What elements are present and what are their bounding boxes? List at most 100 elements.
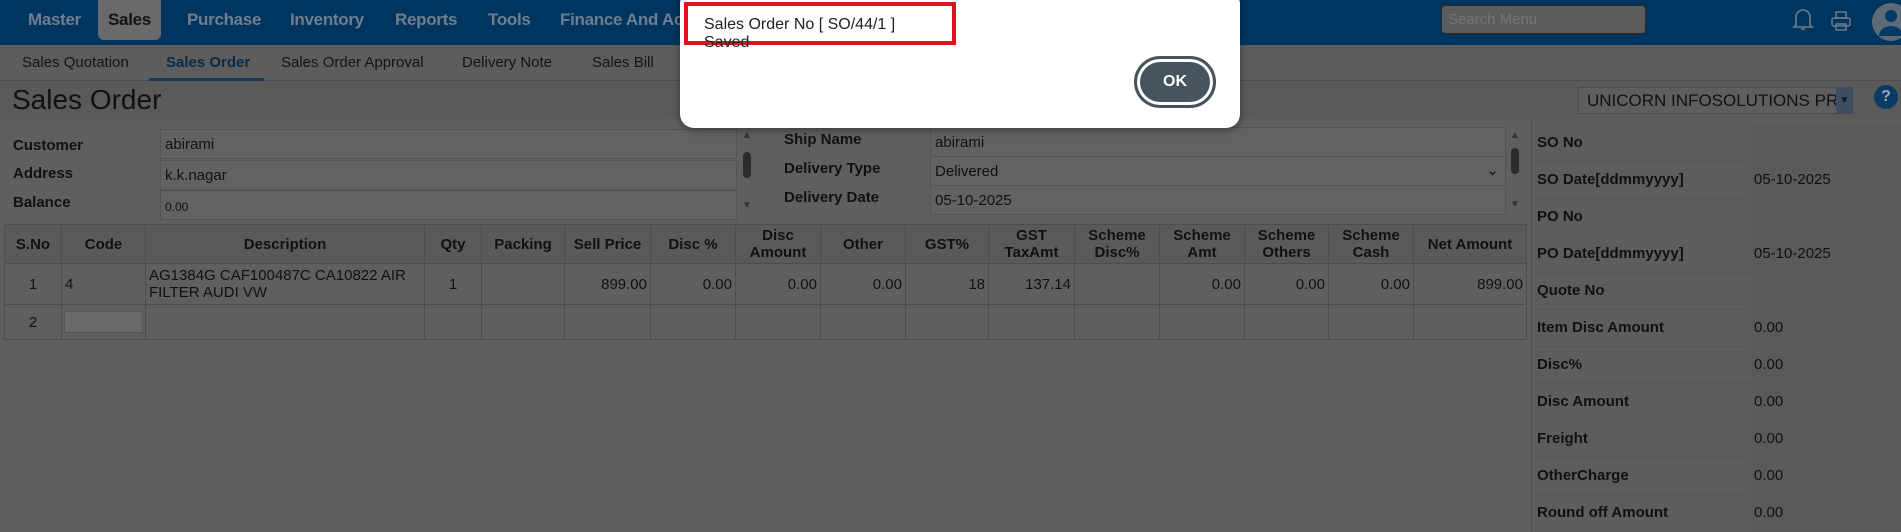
table-cell[interactable] bbox=[1328, 304, 1414, 340]
tab-sales-quotation[interactable]: Sales Quotation bbox=[22, 54, 129, 71]
table-cell[interactable]: 0.00 bbox=[820, 263, 906, 305]
scroll-up-icon[interactable]: ▲ bbox=[742, 130, 752, 141]
summary-value[interactable]: 05-10-2025 bbox=[1754, 171, 1831, 188]
chevron-down-icon: ⌄ bbox=[1486, 162, 1499, 179]
table-row[interactable]: 2 bbox=[4, 304, 1527, 340]
table-cell[interactable]: 0.00 bbox=[735, 263, 821, 305]
table-cell[interactable] bbox=[1074, 263, 1160, 305]
table-row[interactable]: 1 4 AG1384G CAF100487C CA10822 AIR FILTER … bbox=[4, 263, 1527, 305]
balance-field: 0.00 bbox=[160, 190, 737, 220]
summary-value[interactable]: 05-10-2025 bbox=[1754, 245, 1831, 262]
bell-icon[interactable] bbox=[1792, 6, 1814, 32]
summary-row: Disc Amount 0.00 bbox=[1535, 384, 1901, 421]
table-cell[interactable]: 137.14 bbox=[988, 263, 1075, 305]
table-cell[interactable] bbox=[650, 304, 736, 340]
summary-row: SO Date[ddmmyyyy] 05-10-2025 bbox=[1535, 162, 1901, 199]
summary-value-box bbox=[1751, 125, 1901, 161]
table-cell[interactable] bbox=[988, 304, 1075, 340]
company-select[interactable]: UNICORN INFOSOLUTIONS PR bbox=[1578, 87, 1853, 114]
printer-icon[interactable] bbox=[1831, 11, 1851, 31]
table-cell[interactable] bbox=[1159, 304, 1245, 340]
summary-value[interactable]: 0.00 bbox=[1754, 430, 1783, 447]
scrollbar-thumb[interactable] bbox=[1511, 148, 1519, 174]
tab-sales-order-approval[interactable]: Sales Order Approval bbox=[281, 54, 424, 71]
help-icon[interactable]: ? bbox=[1874, 85, 1898, 109]
table-cell[interactable] bbox=[481, 304, 565, 340]
summary-value[interactable]: 0.00 bbox=[1754, 393, 1783, 410]
summary-value[interactable]: 0.00 bbox=[1754, 356, 1783, 373]
column-header: Qty bbox=[424, 224, 482, 264]
avatar-icon[interactable] bbox=[1871, 2, 1901, 42]
table-cell[interactable]: 0.00 bbox=[1159, 263, 1245, 305]
column-header: GST TaxAmt bbox=[988, 224, 1075, 264]
table-cell[interactable] bbox=[905, 304, 989, 340]
table-cell[interactable] bbox=[1244, 304, 1329, 340]
column-header: S.No bbox=[4, 224, 62, 264]
table-cell[interactable] bbox=[1074, 304, 1160, 340]
summary-row: Freight 0.00 bbox=[1535, 421, 1901, 458]
scroll-down-icon[interactable]: ▼ bbox=[742, 200, 752, 211]
delivery-type-value: Delivered bbox=[935, 163, 999, 180]
column-header: Disc % bbox=[650, 224, 736, 264]
nav-tools[interactable]: Tools bbox=[488, 0, 531, 40]
ship-name-field[interactable]: abirami bbox=[930, 127, 1506, 157]
nav-inventory[interactable]: Inventory bbox=[290, 0, 364, 40]
summary-row: Quote No bbox=[1535, 273, 1901, 310]
ok-button[interactable]: OK bbox=[1134, 56, 1216, 108]
customer-field[interactable]: abirami bbox=[160, 129, 737, 159]
table-cell[interactable]: 2 bbox=[4, 304, 62, 340]
delivery-date-field[interactable]: 05-10-2025 bbox=[930, 185, 1506, 215]
table-cell[interactable] bbox=[820, 304, 906, 340]
summary-row: PO Date[ddmmyyyy] 05-10-2025 bbox=[1535, 236, 1901, 273]
scroll-down-icon[interactable]: ▼ bbox=[1510, 199, 1520, 210]
summary-value[interactable]: 0.00 bbox=[1754, 319, 1783, 336]
tab-sales-order[interactable]: Sales Order bbox=[166, 54, 250, 71]
scroll-up-icon[interactable]: ▲ bbox=[1510, 130, 1520, 141]
table-cell[interactable] bbox=[145, 304, 425, 340]
chevron-down-icon[interactable]: ▼ bbox=[1836, 88, 1853, 113]
table-cell[interactable]: 0.00 bbox=[1328, 263, 1414, 305]
table-cell[interactable]: 0.00 bbox=[1244, 263, 1329, 305]
column-header: Packing bbox=[481, 224, 565, 264]
table-cell[interactable]: 1 bbox=[4, 263, 62, 305]
code-input[interactable] bbox=[64, 311, 143, 333]
table-cell[interactable]: 18 bbox=[905, 263, 989, 305]
column-header: Net Amount bbox=[1413, 224, 1527, 264]
tab-sales-bill[interactable]: Sales Bill bbox=[592, 54, 654, 71]
summary-value[interactable]: 0.00 bbox=[1754, 467, 1783, 484]
table-cell[interactable] bbox=[481, 263, 565, 305]
items-table: S.No Code Description Qty Packing Sell Price D… bbox=[4, 224, 1527, 340]
column-header: Scheme Cash bbox=[1328, 224, 1414, 264]
table-cell[interactable] bbox=[61, 304, 146, 340]
table-cell[interactable]: 1 bbox=[424, 263, 482, 305]
alert-message: Sales Order No [ SO/44/1 ] Saved bbox=[684, 2, 956, 51]
summary-row: Round off Amount 0.00 bbox=[1535, 495, 1901, 532]
table-cell[interactable] bbox=[1413, 304, 1527, 340]
table-cell[interactable] bbox=[564, 304, 651, 340]
summary-row: OtherCharge 0.00 bbox=[1535, 458, 1901, 495]
tab-delivery-note[interactable]: Delivery Note bbox=[462, 54, 552, 71]
table-cell[interactable] bbox=[735, 304, 821, 340]
nav-reports[interactable]: Reports bbox=[395, 0, 457, 40]
delivery-type-select[interactable]: Delivered ⌄ bbox=[930, 156, 1506, 186]
summary-label: Freight bbox=[1537, 430, 1588, 447]
table-cell[interactable] bbox=[424, 304, 482, 340]
nav-sales[interactable]: Sales bbox=[98, 0, 161, 40]
table-header: S.No Code Description Qty Packing Sell Price D… bbox=[4, 224, 1527, 264]
table-cell[interactable]: 899.00 bbox=[1413, 263, 1527, 305]
table-cell[interactable]: 899.00 bbox=[564, 263, 651, 305]
summary-label: Disc% bbox=[1537, 356, 1583, 373]
nav-finance[interactable]: Finance And Acc bbox=[560, 0, 692, 40]
scrollbar-thumb[interactable] bbox=[743, 152, 751, 178]
table-cell[interactable]: 4 bbox=[61, 263, 146, 305]
summary-value[interactable]: 0.00 bbox=[1754, 504, 1783, 521]
table-cell[interactable]: AG1384G CAF100487C CA10822 AIR FILTER AU… bbox=[145, 263, 425, 305]
delivery-date-label: Delivery Date bbox=[784, 189, 880, 206]
summary-label: Round off Amount bbox=[1537, 504, 1669, 521]
table-cell[interactable]: 0.00 bbox=[650, 263, 736, 305]
address-field[interactable]: k.k.nagar bbox=[160, 160, 737, 190]
search-menu-input[interactable] bbox=[1441, 5, 1646, 34]
nav-purchase[interactable]: Purchase bbox=[187, 0, 261, 40]
summary-row: SO No bbox=[1535, 125, 1901, 162]
nav-master[interactable]: Master bbox=[28, 0, 81, 40]
